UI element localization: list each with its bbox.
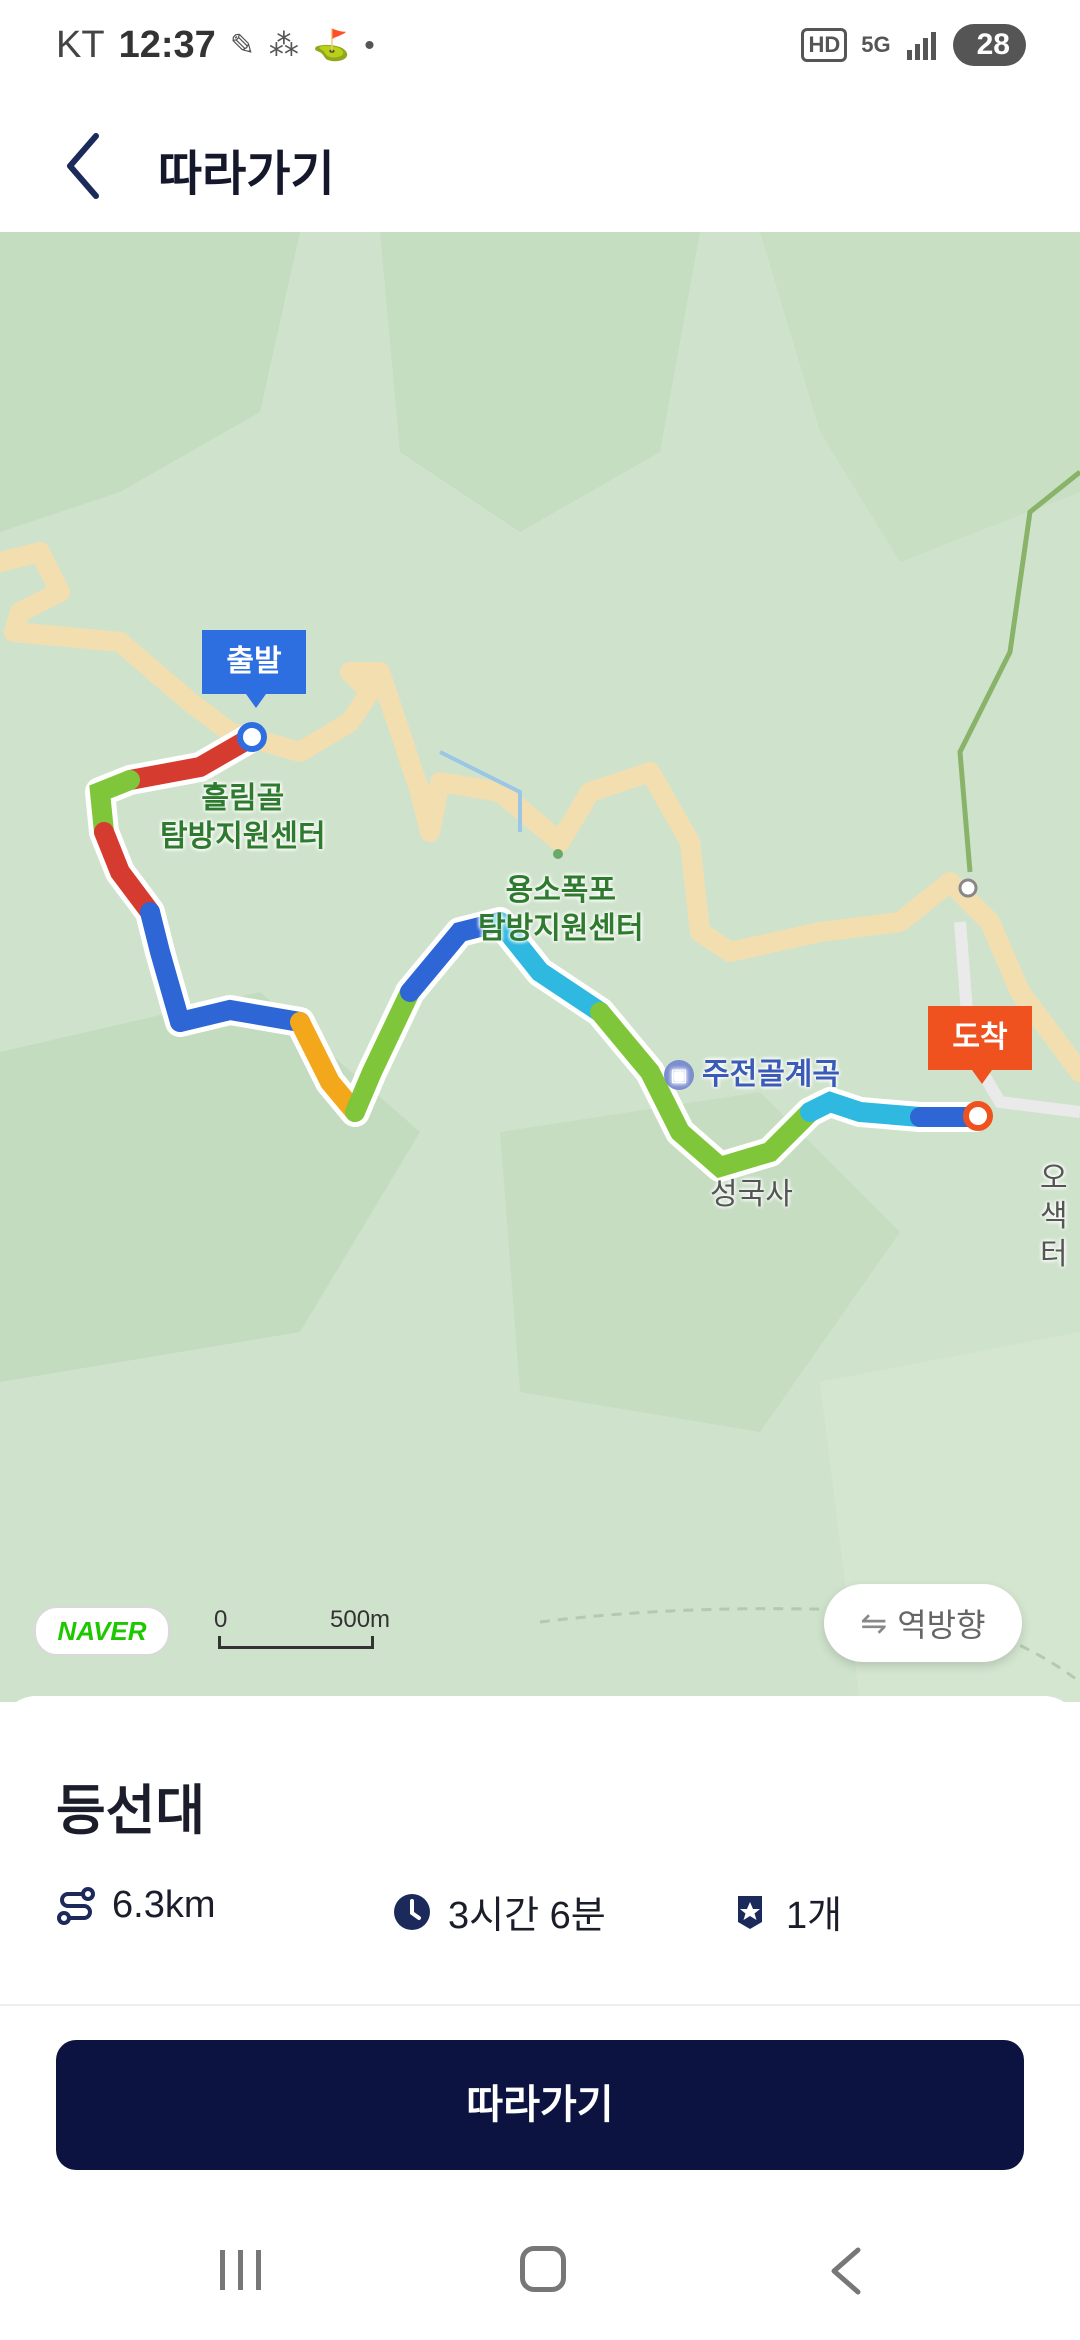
- distance-value: 6.3km: [112, 1884, 216, 1926]
- label-heulimgol: 흘림골 탐방지원센터: [160, 780, 326, 856]
- route-map[interactable]: 출발 도착 흘림골 탐방지원센터 용소폭포 탐방지원센터 ▣ 주전골계곡 성국사…: [0, 232, 1080, 1702]
- network-type-icon: 5G: [861, 32, 891, 57]
- status-right: HD 5G 28: [801, 24, 1026, 66]
- scale-bar: 0 500m: [214, 1606, 394, 1656]
- map-canvas[interactable]: [0, 232, 1080, 1702]
- signal-icon: [906, 32, 936, 60]
- clock-icon: [394, 1893, 430, 1930]
- back-button[interactable]: [52, 128, 122, 204]
- scale-line: [218, 1636, 374, 1649]
- app-alert-icon: ⛳: [312, 29, 351, 62]
- battery-indicator: 28: [952, 24, 1026, 66]
- label-oseak-text: 오색 터: [1040, 1162, 1068, 1271]
- stamp-stat: 1개: [730, 1884, 842, 1939]
- label-jujeongol: ▣ 주전골계곡: [664, 1056, 840, 1094]
- distance-stat: 6.3km: [56, 1884, 215, 1927]
- end-point-icon: [963, 1101, 993, 1131]
- start-marker[interactable]: 출발: [202, 630, 306, 708]
- label-oseak: 오색 터: [1040, 1160, 1080, 1274]
- route-distance-icon: [57, 1886, 95, 1925]
- page-title: 따라가기: [158, 148, 335, 201]
- status-bar: KT 12:37 ✎ ⁂ ⛳ • HD 5G 28: [0, 0, 1080, 100]
- sheet-divider: [0, 2004, 1080, 2006]
- reverse-direction-label: 역방향: [897, 1607, 986, 1643]
- label-heulimgol-text: 흘림골 탐방지원센터: [160, 782, 326, 853]
- course-name: 등선대: [56, 1781, 206, 1841]
- duration-value: 3시간 6분: [448, 1895, 606, 1937]
- status-left: KT 12:37 ✎ ⁂ ⛳ •: [56, 24, 375, 67]
- swap-arrows-icon: ⇋: [860, 1605, 888, 1641]
- scale-distance: 500m: [330, 1606, 391, 1633]
- label-yongso: 용소폭포 탐방지원센터: [478, 872, 644, 948]
- naver-logo: NAVER: [34, 1606, 170, 1656]
- more-dot-icon: •: [364, 28, 375, 62]
- landmark-icon: ▣: [664, 1060, 694, 1090]
- app-header: 따라가기: [0, 100, 1080, 232]
- clock: 12:37: [118, 24, 216, 66]
- chevron-left-icon: [67, 133, 99, 199]
- hd-icon: HD: [801, 28, 848, 62]
- stamp-badge-icon: [738, 1895, 762, 1929]
- home-button[interactable]: [520, 2246, 566, 2292]
- system-back-button[interactable]: [826, 2246, 866, 2296]
- reverse-direction-button[interactable]: ⇋ 역방향: [824, 1584, 1022, 1662]
- carrier-label: KT: [56, 24, 105, 66]
- duration-stat: 3시간 6분: [392, 1884, 606, 1939]
- app-notification-icon: ⁂: [268, 29, 299, 62]
- label-seongguksa: 성국사: [710, 1176, 793, 1214]
- label-yongso-text: 용소폭포 탐방지원센터: [478, 874, 644, 945]
- follow-button[interactable]: 따라가기: [56, 2040, 1024, 2170]
- recent-apps-button[interactable]: [216, 2248, 266, 2292]
- stamp-value: 1개: [786, 1895, 843, 1937]
- notification-icon: ✎: [229, 29, 255, 62]
- label-seongguksa-text: 성국사: [710, 1178, 793, 1211]
- scale-zero: 0: [214, 1606, 228, 1633]
- end-marker[interactable]: 도착: [928, 1006, 1032, 1084]
- system-nav-bar: [0, 2210, 1080, 2340]
- start-point-icon: [237, 722, 267, 752]
- label-jujeongol-text: 주전골계곡: [702, 1058, 840, 1091]
